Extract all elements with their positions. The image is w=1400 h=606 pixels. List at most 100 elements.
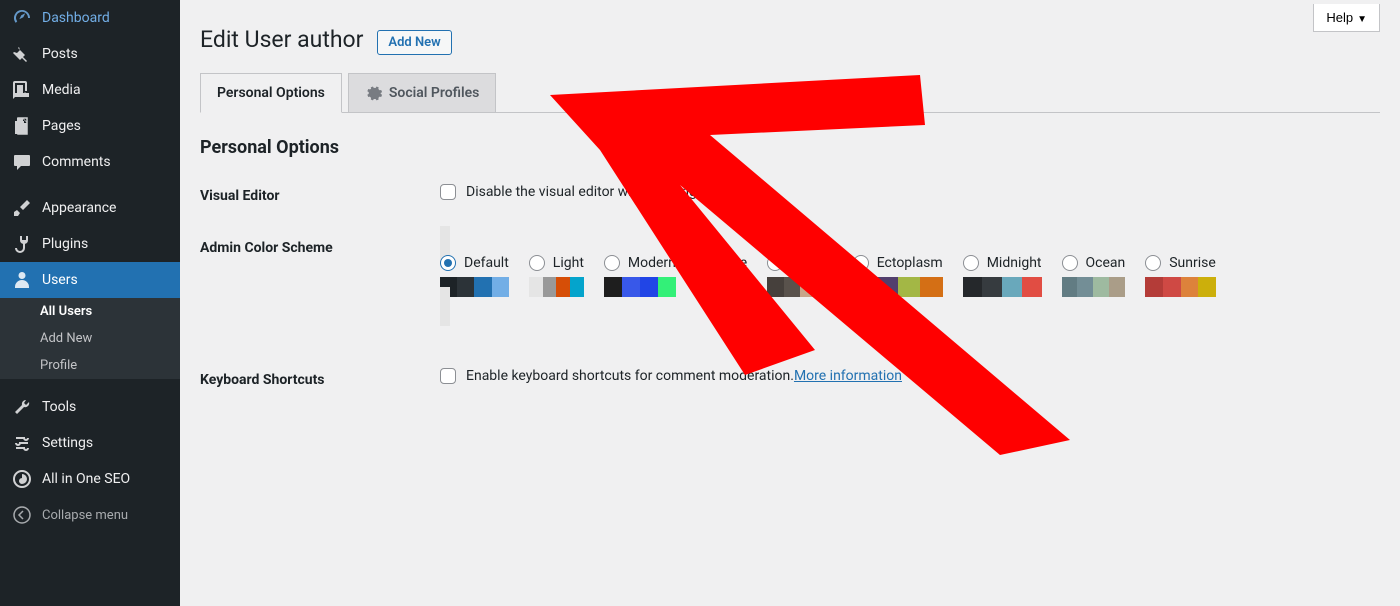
swatch [963, 277, 983, 297]
swatch [767, 277, 783, 297]
swatch [1163, 277, 1181, 297]
sidebar-item-users[interactable]: Users [0, 262, 180, 298]
swatch [570, 277, 584, 297]
radio-icon [767, 255, 783, 271]
swatch [622, 277, 640, 297]
settings-icon [12, 433, 32, 453]
color-scheme-coffee[interactable]: Coffee [767, 226, 833, 326]
color-scheme-light[interactable]: Light [529, 226, 584, 326]
menu-label: Media [42, 82, 81, 98]
radio-icon [604, 255, 620, 271]
media-icon [12, 80, 32, 100]
checkbox-icon [440, 368, 456, 384]
radio-icon [696, 255, 712, 271]
menu-label: Settings [42, 435, 93, 451]
help-button[interactable]: Help▼ [1313, 4, 1380, 32]
swatch [875, 277, 898, 297]
swatch-row [1062, 277, 1126, 297]
menu-label: All in One SEO [42, 471, 130, 487]
sidebar-item-plugins[interactable]: Plugins [0, 226, 180, 262]
radio-icon [440, 255, 456, 271]
sidebar-subitem-add-new[interactable]: Add New [0, 325, 180, 352]
sidebar-item-appearance[interactable]: Appearance [0, 190, 180, 226]
swatch-row [529, 277, 584, 297]
sidebar-item-comments[interactable]: Comments [0, 144, 180, 180]
scheme-name: Blue [720, 255, 747, 271]
swatch [696, 277, 709, 297]
tab-row: Personal OptionsSocial Profiles [200, 73, 1380, 113]
checkbox-icon [440, 184, 456, 200]
swatch-row [853, 277, 943, 297]
color-scheme-ocean[interactable]: Ocean [1062, 226, 1126, 326]
swatch [1109, 277, 1125, 297]
swatch [658, 277, 676, 297]
swatch-row [1145, 277, 1216, 297]
radio-icon [1062, 255, 1078, 271]
color-scheme-modern[interactable]: Modern [604, 226, 676, 326]
sidebar-subitem-all-users[interactable]: All Users [0, 298, 180, 325]
visual-editor-checkbox-row[interactable]: Disable the visual editor when writing [440, 184, 1380, 200]
sidebar-item-media[interactable]: Media [0, 72, 180, 108]
swatch [722, 277, 735, 297]
swatch [440, 277, 457, 297]
swatch [800, 277, 816, 297]
users-icon [12, 270, 32, 290]
aioseo-icon [12, 469, 32, 489]
field-keyboard-shortcuts: Keyboard Shortcuts Enable keyboard short… [200, 352, 1380, 404]
swatch-row [696, 277, 747, 297]
swatch [543, 277, 557, 297]
tab-social-profiles[interactable]: Social Profiles [348, 73, 497, 113]
menu-label: Users [42, 272, 78, 288]
swatch [1077, 277, 1093, 297]
color-scheme-default[interactable]: Default [440, 226, 509, 326]
swatch [784, 277, 800, 297]
collapse-icon [12, 505, 32, 525]
add-new-button[interactable]: Add New [377, 30, 451, 55]
scheme-name: Midnight [987, 255, 1042, 271]
sidebar-item-settings[interactable]: Settings [0, 425, 180, 461]
menu-label: Appearance [42, 200, 116, 216]
sidebar-item-pages[interactable]: Pages [0, 108, 180, 144]
menu-label: Tools [42, 399, 76, 415]
swatch [1002, 277, 1022, 297]
help-label: Help [1326, 10, 1353, 25]
color-scheme-blue[interactable]: Blue [696, 226, 747, 326]
color-scheme-ectoplasm[interactable]: Ectoplasm [853, 226, 943, 326]
keyboard-desc: Enable keyboard shortcuts for comment mo… [466, 368, 794, 384]
field-label: Admin Color Scheme [200, 236, 440, 256]
sidebar-item-posts[interactable]: Posts [0, 36, 180, 72]
menu-label: Posts [42, 46, 78, 62]
sidebar-item-all-in-one-seo[interactable]: All in One SEO [0, 461, 180, 497]
main-content: Help▼ Edit User author Add New Personal … [180, 0, 1400, 606]
radio-icon [529, 255, 545, 271]
color-scheme-sunrise[interactable]: Sunrise [1145, 226, 1216, 326]
swatch [709, 277, 722, 297]
field-label: Keyboard Shortcuts [200, 368, 440, 388]
collapse-label: Collapse menu [42, 508, 128, 523]
scheme-name: Ectoplasm [877, 255, 943, 271]
menu-label: Pages [42, 118, 81, 134]
field-visual-editor: Visual Editor Disable the visual editor … [200, 168, 1380, 220]
radio-icon [963, 255, 979, 271]
swatch-row [963, 277, 1042, 297]
swatch-row [604, 277, 676, 297]
more-info-link[interactable]: More information [794, 368, 902, 384]
sidebar-item-tools[interactable]: Tools [0, 389, 180, 425]
swatch [898, 277, 921, 297]
sidebar-item-dashboard[interactable]: Dashboard [0, 0, 180, 36]
swatch [1198, 277, 1216, 297]
sidebar-subitem-profile[interactable]: Profile [0, 352, 180, 379]
swatch [604, 277, 622, 297]
collapse-menu-button[interactable]: Collapse menu [0, 497, 180, 533]
scheme-name: Modern [628, 255, 676, 271]
radio-icon [1145, 255, 1161, 271]
keyboard-checkbox-row[interactable]: Enable keyboard shortcuts for comment mo… [440, 368, 1380, 384]
field-color-scheme: Admin Color Scheme Default Light Modern Blu… [200, 220, 1380, 352]
color-scheme-midnight[interactable]: Midnight [963, 226, 1042, 326]
swatch [734, 277, 747, 297]
swatch [1145, 277, 1163, 297]
tab-personal-options[interactable]: Personal Options [200, 73, 342, 113]
swatch [474, 277, 491, 297]
swatch [457, 277, 474, 297]
field-label: Visual Editor [200, 184, 440, 204]
